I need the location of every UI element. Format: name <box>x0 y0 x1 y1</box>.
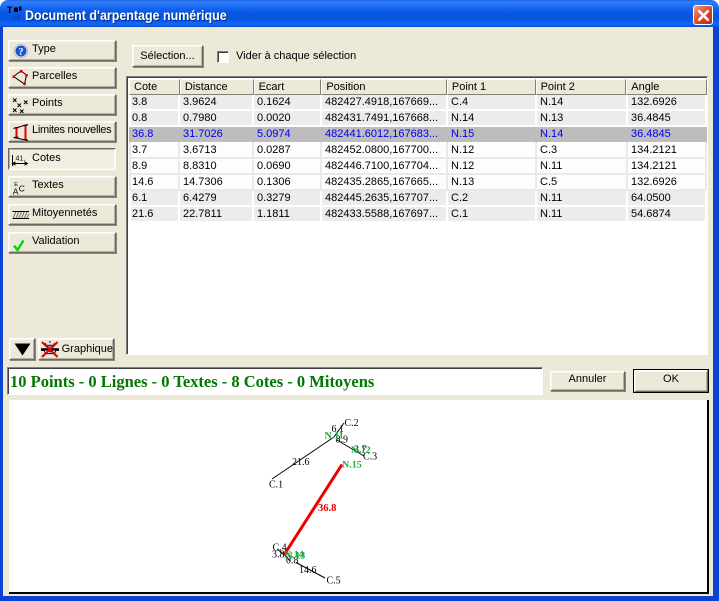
svg-text:N.13: N.13 <box>286 551 306 562</box>
svg-text:?: ? <box>18 47 23 58</box>
svg-text:C: C <box>18 183 24 193</box>
svg-text:14.6: 14.6 <box>299 565 317 576</box>
svg-text:41,: 41, <box>15 156 25 163</box>
svg-text:36.8: 36.8 <box>318 503 336 514</box>
svg-text:N.12: N.12 <box>351 445 371 456</box>
svg-text:N.11: N.11 <box>325 431 344 442</box>
svg-text:C.2: C.2 <box>345 418 359 429</box>
svg-text:N.15: N.15 <box>342 460 362 471</box>
svg-text:T: T <box>7 5 13 15</box>
svg-text:C.5: C.5 <box>327 576 341 587</box>
svg-text:3.8: 3.8 <box>272 550 285 561</box>
svg-text:21.6: 21.6 <box>292 457 310 468</box>
svg-text:C.1: C.1 <box>269 480 283 491</box>
svg-text:LT: LT <box>13 15 20 22</box>
